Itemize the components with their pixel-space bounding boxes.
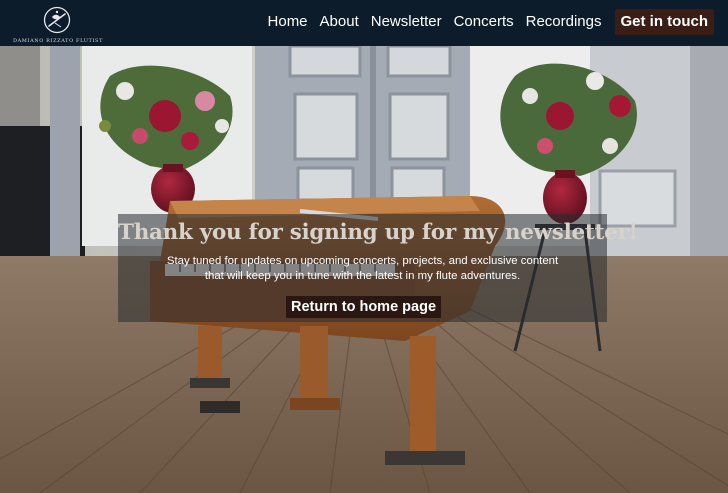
message-line-2: that will keep you in tune with the late… (204, 270, 521, 282)
thank-you-heading: Thank you for signing up for my newslett… (118, 220, 638, 245)
hero-section: Thank you for signing up for my newslett… (0, 46, 728, 493)
thank-you-message: Stay tuned for updates on upcoming conce… (118, 254, 607, 284)
thank-you-panel: Thank you for signing up for my newslett… (118, 214, 638, 322)
nav-newsletter[interactable]: Newsletter (371, 9, 442, 35)
nav-recordings[interactable]: Recordings (526, 9, 602, 35)
logo-text: DAMIANO RIZZATO FLUTIST (12, 38, 104, 44)
main-nav: Home About Newsletter Concerts Recording… (256, 9, 714, 35)
flute-logo-icon (43, 6, 71, 34)
message-line-1: Stay tuned for updates on upcoming conce… (166, 255, 559, 267)
site-logo[interactable]: DAMIANO RIZZATO FLUTIST (10, 4, 106, 44)
nav-about[interactable]: About (320, 9, 359, 35)
get-in-touch-button[interactable]: Get in touch (614, 9, 714, 35)
nav-concerts[interactable]: Concerts (454, 9, 514, 35)
return-home-button[interactable]: Return to home page (286, 296, 442, 318)
site-header: DAMIANO RIZZATO FLUTIST Home About Newsl… (0, 0, 728, 46)
nav-home[interactable]: Home (268, 9, 308, 35)
